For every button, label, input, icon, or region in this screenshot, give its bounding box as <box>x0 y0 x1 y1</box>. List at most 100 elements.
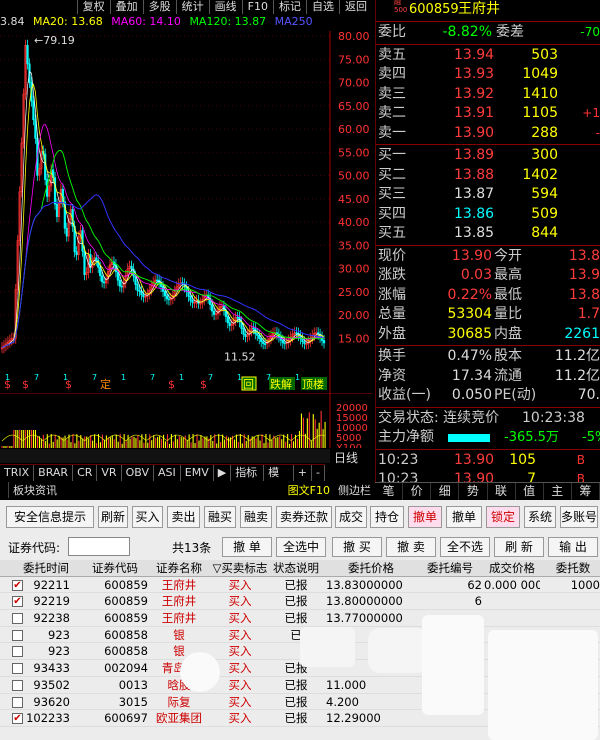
chart-marker[interactable]: $ <box>200 378 207 391</box>
trade-button-1[interactable]: 刷新 <box>98 506 128 528</box>
trade-button-8[interactable]: 持仓 <box>370 506 404 528</box>
trade-button-0[interactable]: 安全信息提示 <box>6 506 94 528</box>
column-header[interactable]: 委托时间 <box>22 560 70 577</box>
filter-button-5[interactable]: 刷 新 <box>494 537 544 557</box>
quote-stats-2: 换手 0.47% 股本 11.2亿 净资 17.34 流通 11.2亿 收益(一) 0.050 PE… <box>376 347 600 406</box>
table-row[interactable]: ✔ 92211 600859 王府井 买入 已报 13.83000000 62 0.000 00… <box>0 577 600 594</box>
ask-level: 卖一 13.90 288 - <box>376 124 600 144</box>
column-header[interactable]: 委托数 <box>546 560 600 577</box>
cell-st: 已报 <box>284 711 308 726</box>
price-tick: 60.00 <box>338 123 370 136</box>
quote-tab-6[interactable]: 主 <box>544 483 572 500</box>
toolbar-item-7[interactable]: 自选 <box>306 0 339 14</box>
trade-button-13[interactable]: 多账号 <box>560 506 598 528</box>
quote-tab-0[interactable]: 笔 <box>375 483 404 500</box>
chart-marker[interactable]: 顶楼 <box>302 377 324 391</box>
column-header[interactable]: 状态说明 <box>268 560 324 577</box>
trade-button-6[interactable]: 卖券还款 <box>276 506 332 528</box>
quote-tab-1[interactable]: 价 <box>403 483 432 500</box>
order-count: 共13条 <box>172 541 212 555</box>
volume-chart[interactable]: 2000015000100005000X100 <box>0 393 372 448</box>
toolbar-item-6[interactable]: 标记 <box>273 0 306 14</box>
margin-tag: 融 500 <box>394 0 408 14</box>
code-input[interactable] <box>68 537 130 556</box>
indicator-tab-1[interactable]: BRAR <box>34 465 74 481</box>
indicator-tab-9[interactable]: 模 板 <box>264 465 294 494</box>
indicator-tab-7[interactable]: ▶ <box>214 465 232 481</box>
trade-button-12[interactable]: 系统 <box>524 506 556 528</box>
ask-levels: 卖五 13.94 503 卖四 13.93 1049 卖三 13.92 1410 卖二 13.91 1… <box>376 46 600 144</box>
trade-button-7[interactable]: 成交 <box>335 506 367 528</box>
filter-button-3[interactable]: 撤 卖 <box>386 537 436 557</box>
level-price: 13.91 <box>454 105 495 121</box>
indicator-tab-0[interactable]: TRIX <box>0 465 35 481</box>
sector-news-link[interactable]: 板块资讯 <box>8 482 61 498</box>
level-volume: 1049 <box>522 66 558 82</box>
trade-button-11[interactable]: 锁定 <box>486 506 520 528</box>
chart-marker[interactable]: $ <box>168 378 175 391</box>
kline-chart[interactable]: 80.00 75.00 70.00 65.00 60.00 55.00 50.00 45.00… <box>0 31 372 393</box>
chart-marker[interactable]: $ <box>22 378 29 391</box>
indicator-tab-6[interactable]: EMV <box>181 465 214 481</box>
level-price: 13.88 <box>454 166 495 183</box>
svg-text:1: 1 <box>179 373 184 382</box>
quote-tab-7[interactable]: 筹 <box>572 483 600 500</box>
level-label: 卖三 <box>378 85 406 102</box>
indicator-tab-8[interactable]: 指标B <box>231 465 265 494</box>
table-row[interactable]: 92238 600859 王府井 买入 已报 13.77000000 <box>0 610 600 627</box>
cell-code: 600859 <box>104 594 148 609</box>
indicator-tab-4[interactable]: OBV <box>122 465 154 481</box>
quote-tab-3[interactable]: 势 <box>459 483 488 500</box>
trade-button-2[interactable]: 买入 <box>132 506 163 528</box>
chart-marker[interactable]: 跌解 <box>270 377 292 391</box>
filter-button-6[interactable]: 输 出 <box>548 537 598 557</box>
level-label: 卖一 <box>378 124 406 141</box>
day-line-button[interactable]: 日线 <box>334 449 358 466</box>
column-header[interactable]: 证券名称 <box>148 560 210 577</box>
trade-button-9[interactable]: 撤单 <box>408 506 442 528</box>
chart-scrollbar[interactable] <box>0 449 330 463</box>
filter-button-1[interactable]: 全选中 <box>276 537 326 557</box>
sidebar-link[interactable]: 侧边栏 <box>334 482 375 498</box>
toolbar-item-1[interactable]: 叠加 <box>109 0 143 14</box>
trade-button-10[interactable]: 撤单 <box>446 506 482 528</box>
toolbar-item-0[interactable]: 复权 <box>76 0 110 14</box>
toolbar-item-3[interactable]: 统计 <box>175 0 209 14</box>
cell-name: 银 <box>173 627 185 642</box>
trade-button-4[interactable]: 融买 <box>204 506 236 528</box>
toolbar-item-8[interactable]: 返回 <box>339 0 372 14</box>
table-row[interactable]: ✔ 92219 600859 王府井 买入 已报 13.80000000 6 <box>0 593 600 611</box>
trade-status-row: 交易状态: 连续竞价 10:23:38 <box>378 409 585 426</box>
f10-link[interactable]: 图文F10 <box>284 482 334 498</box>
indicator-tab-5[interactable]: ASI <box>154 465 181 481</box>
cell-st: 已报 <box>284 594 308 609</box>
column-header[interactable]: 委托编号 <box>418 560 482 577</box>
price-tick: 30.00 <box>338 263 370 276</box>
toolbar-item-5[interactable]: F10 <box>241 0 273 14</box>
column-header[interactable]: ▽买卖标志 <box>212 560 268 577</box>
filter-button-4[interactable]: 全不选 <box>440 537 490 557</box>
column-header[interactable]: 成交价格 <box>484 560 540 577</box>
ask-level: 卖三 13.92 1410 <box>376 85 600 105</box>
quote-tab-5[interactable]: 值 <box>516 483 544 500</box>
chart-marker[interactable]: 回 <box>243 378 254 391</box>
trade-button-3[interactable]: 卖出 <box>167 506 200 528</box>
period-buttons: 日线 <box>330 449 375 481</box>
toolbar-item-2[interactable]: 多股 <box>142 0 176 14</box>
cell-st: 已报 <box>284 611 308 626</box>
trade-button-5[interactable]: 融卖 <box>240 506 272 528</box>
chart-marker[interactable]: 定 <box>100 377 111 391</box>
filter-button-2[interactable]: 撤 买 <box>332 537 382 557</box>
quote-tab-4[interactable]: 联 <box>488 483 516 500</box>
cell-side: 买入 <box>228 577 252 592</box>
column-header[interactable]: 委托价格 <box>326 560 416 577</box>
toolbar-item-4[interactable]: 画线 <box>208 0 242 14</box>
quote-tab-2[interactable]: 细 <box>431 483 460 500</box>
column-header[interactable]: 证券代码 <box>82 560 148 577</box>
indicator-tab-11[interactable]: - <box>312 465 325 481</box>
indicator-tab-3[interactable]: VR <box>97 465 122 481</box>
indicator-tab-2[interactable]: CR <box>73 465 98 481</box>
indicator-tab-10[interactable]: + <box>294 465 313 481</box>
filter-button-0[interactable]: 撤 单 <box>222 537 272 557</box>
stat-row: 换手 0.47% 股本 11.2亿 <box>376 347 600 367</box>
